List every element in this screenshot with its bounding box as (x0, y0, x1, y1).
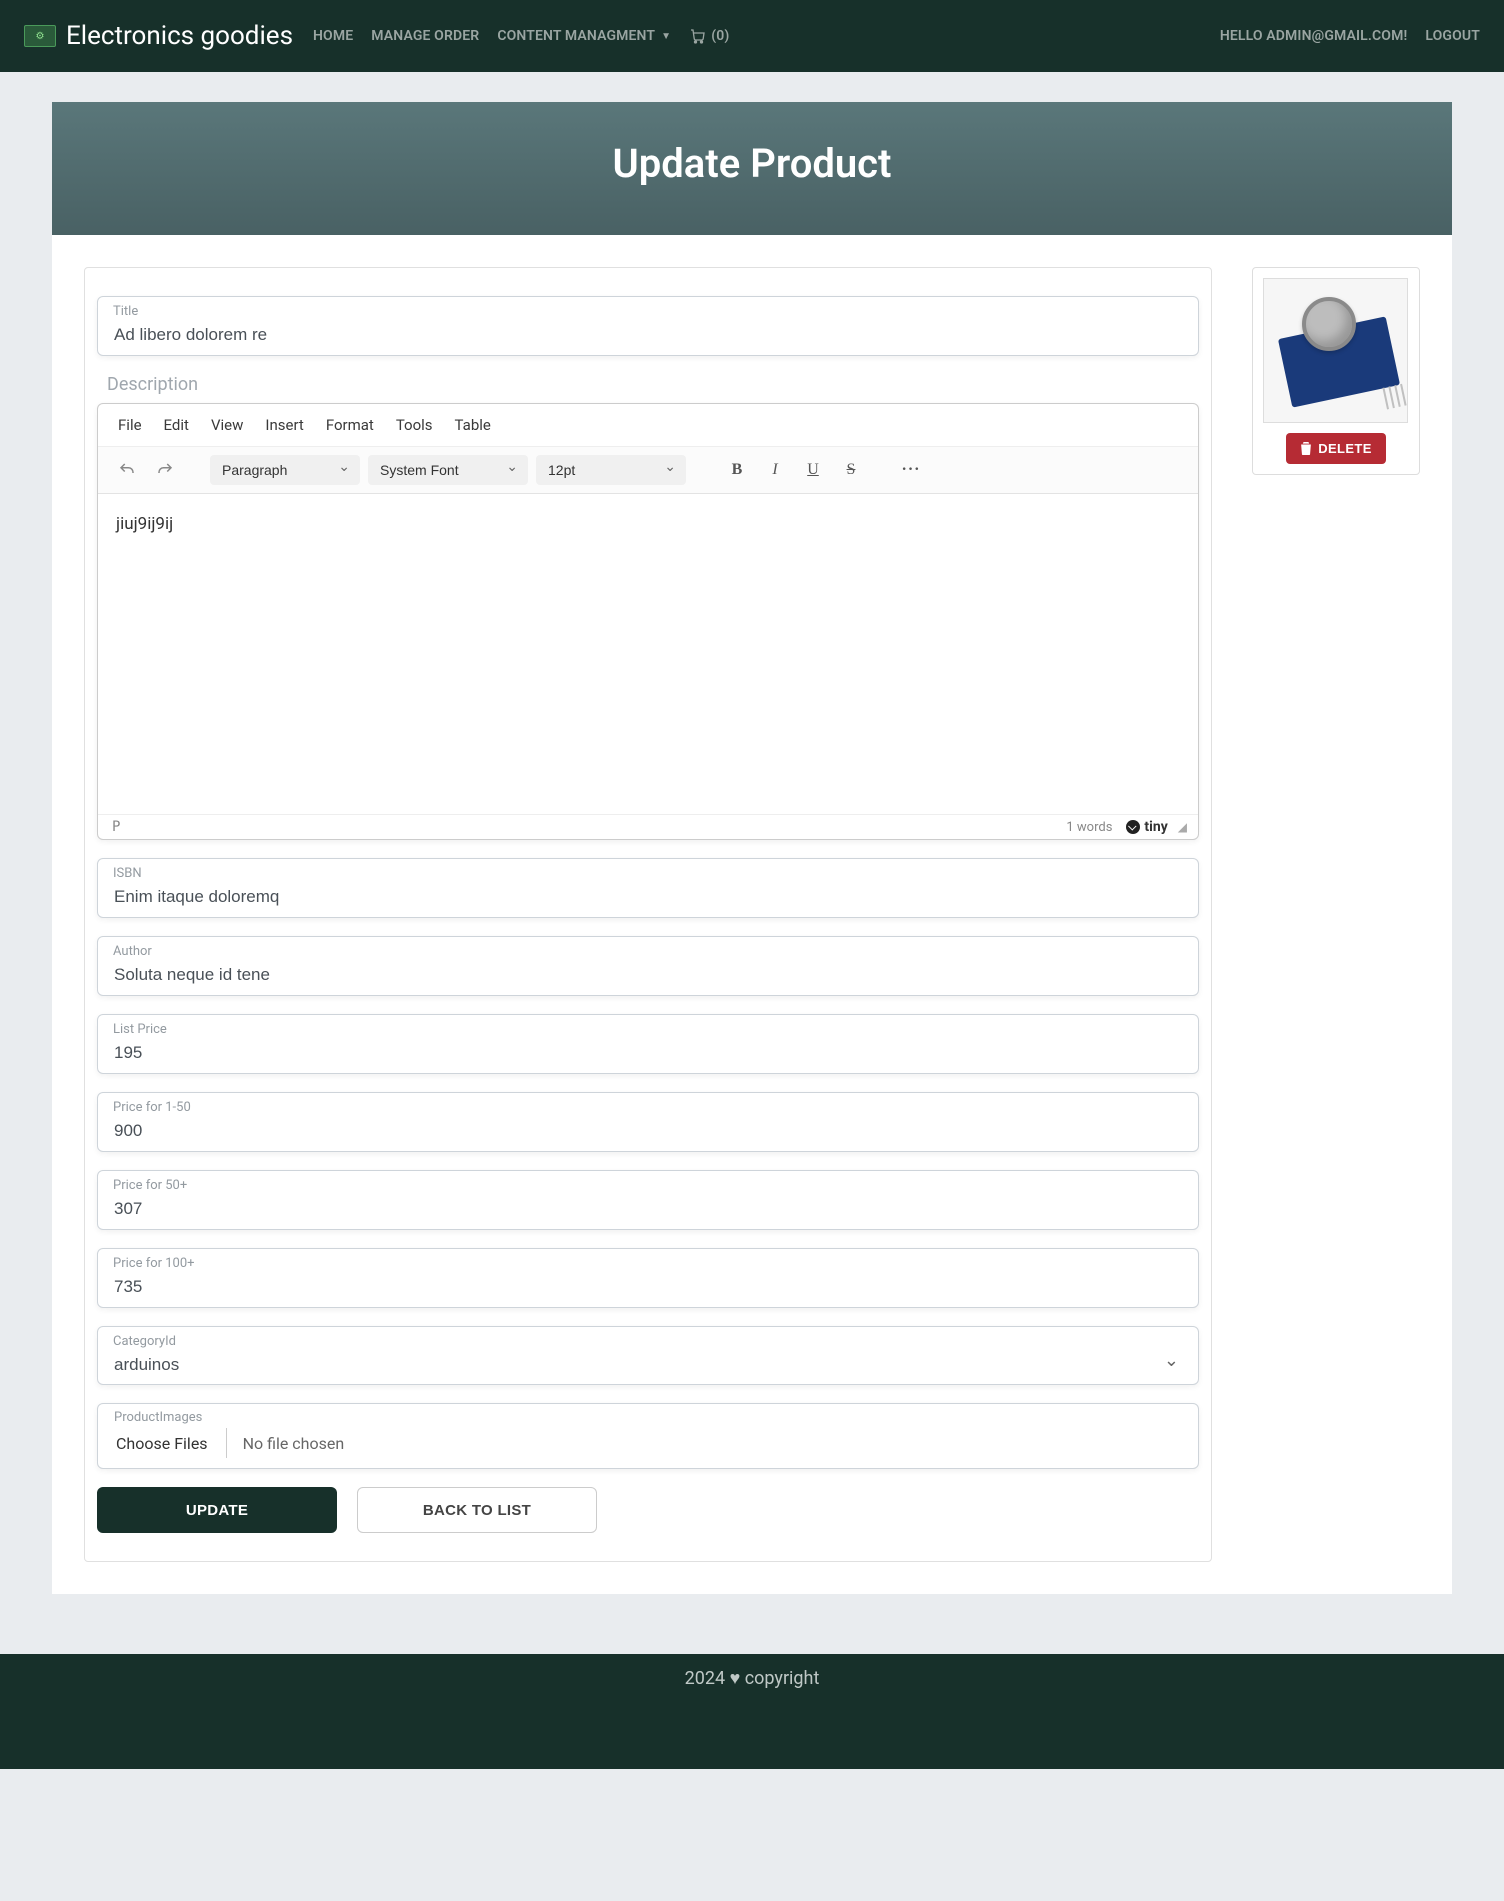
delete-image-button[interactable]: DELETE (1286, 433, 1386, 464)
field-product-images: ProductImages Choose Files No file chose… (97, 1403, 1199, 1469)
block-format-select[interactable]: Paragraph (210, 455, 360, 485)
price-1-50-input[interactable] (97, 1092, 1199, 1152)
list-price-input[interactable] (97, 1014, 1199, 1074)
file-empty-text: No file chosen (227, 1434, 345, 1453)
editor-menubar: File Edit View Insert Format Tools Table (98, 404, 1198, 447)
field-title: Title (97, 296, 1199, 356)
title-input[interactable] (97, 296, 1199, 356)
resize-handle-icon[interactable]: ◢ (1178, 820, 1184, 834)
undo-button[interactable] (112, 455, 142, 485)
nav-greeting[interactable]: HELLO ADMIN@GMAIL.COM! (1220, 28, 1408, 44)
category-select[interactable]: arduinos (97, 1326, 1199, 1385)
product-images-label: ProductImages (114, 1410, 202, 1425)
side-area: DELETE (1252, 267, 1420, 1562)
isbn-input[interactable] (97, 858, 1199, 918)
menu-view[interactable]: View (211, 416, 243, 434)
cart-count: (0) (711, 28, 729, 44)
menu-table[interactable]: Table (455, 416, 491, 434)
price-100-input[interactable] (97, 1248, 1199, 1308)
navbar: ⚙ Electronics goodies HOME MANAGE ORDER … (0, 0, 1504, 72)
footer-text: copyright (745, 1668, 820, 1689)
button-row: UPDATE BACK TO LIST (97, 1487, 1199, 1533)
page-title: Update Product (52, 140, 1452, 187)
price-50-input[interactable] (97, 1170, 1199, 1230)
update-button[interactable]: UPDATE (97, 1487, 337, 1533)
nav-left: HOME MANAGE ORDER CONTENT MANAGMENT ▼ (0… (313, 28, 729, 44)
tiny-icon (1126, 820, 1140, 834)
author-input[interactable] (97, 936, 1199, 996)
nav-content-mgmt-label: CONTENT MANAGMENT (497, 28, 655, 44)
redo-button[interactable] (150, 455, 180, 485)
tiny-logo[interactable]: tiny (1126, 819, 1167, 835)
field-category: arduinos CategoryId (97, 1326, 1199, 1385)
menu-edit[interactable]: Edit (164, 416, 189, 434)
choose-files-button[interactable]: Choose Files (98, 1428, 227, 1458)
field-price-50: Price for 50+ (97, 1170, 1199, 1230)
font-size-select[interactable]: 12pt (536, 455, 686, 485)
heart-icon: ♥ (730, 1668, 745, 1689)
cart-icon (689, 28, 705, 44)
editor-content[interactable]: jiuj9ij9ij (98, 494, 1198, 814)
form-area: Title Description File Edit View Insert … (84, 267, 1212, 1562)
file-input[interactable]: Choose Files No file chosen (98, 1428, 1198, 1464)
nav-right: HELLO ADMIN@GMAIL.COM! LOGOUT (1220, 28, 1480, 44)
footer: 2024 ♥ copyright (0, 1654, 1504, 1769)
brand-icon: ⚙ (24, 25, 56, 47)
editor-word-count: 1 words (1066, 820, 1112, 835)
field-author: Author (97, 936, 1199, 996)
nav-manage-order[interactable]: MANAGE ORDER (371, 28, 479, 44)
brand-link[interactable]: ⚙ Electronics goodies (24, 21, 293, 51)
strikethrough-button[interactable]: S (836, 455, 866, 485)
page-container: Update Product Title Description File Ed… (52, 102, 1452, 1594)
underline-button[interactable]: U (798, 455, 828, 485)
editor-toolbar: Paragraph System Font 12pt B I U S ··· (98, 447, 1198, 494)
font-family-select[interactable]: System Font (368, 455, 528, 485)
nav-cart[interactable]: (0) (689, 28, 729, 44)
content-row: Title Description File Edit View Insert … (52, 235, 1452, 1594)
menu-tools[interactable]: Tools (396, 416, 433, 434)
product-image-card: DELETE (1252, 267, 1420, 475)
description-label: Description (107, 374, 1199, 395)
menu-insert[interactable]: Insert (265, 416, 303, 434)
field-isbn: ISBN (97, 858, 1199, 918)
editor-element-path[interactable]: P (112, 819, 120, 835)
field-price-100: Price for 100+ (97, 1248, 1199, 1308)
footer-year: 2024 (685, 1668, 725, 1689)
nav-logout[interactable]: LOGOUT (1425, 28, 1480, 44)
field-list-price: List Price (97, 1014, 1199, 1074)
tiny-text: tiny (1144, 819, 1167, 835)
rich-text-editor: File Edit View Insert Format Tools Table (97, 403, 1199, 840)
menu-file[interactable]: File (118, 416, 142, 434)
nav-content-mgmt[interactable]: CONTENT MANAGMENT ▼ (497, 28, 671, 44)
back-to-list-button[interactable]: BACK TO LIST (357, 1487, 597, 1533)
editor-statusbar: P 1 words tiny ◢ (98, 814, 1198, 839)
trash-icon (1300, 442, 1312, 455)
field-price-1-50: Price for 1-50 (97, 1092, 1199, 1152)
more-button[interactable]: ··· (896, 455, 926, 485)
menu-format[interactable]: Format (326, 416, 374, 434)
chevron-down-icon: ▼ (661, 31, 671, 42)
bold-button[interactable]: B (722, 455, 752, 485)
nav-home[interactable]: HOME (313, 28, 353, 44)
delete-label: DELETE (1318, 441, 1372, 456)
brand-text: Electronics goodies (66, 21, 293, 51)
product-image (1263, 278, 1408, 423)
page-header: Update Product (52, 102, 1452, 235)
italic-button[interactable]: I (760, 455, 790, 485)
